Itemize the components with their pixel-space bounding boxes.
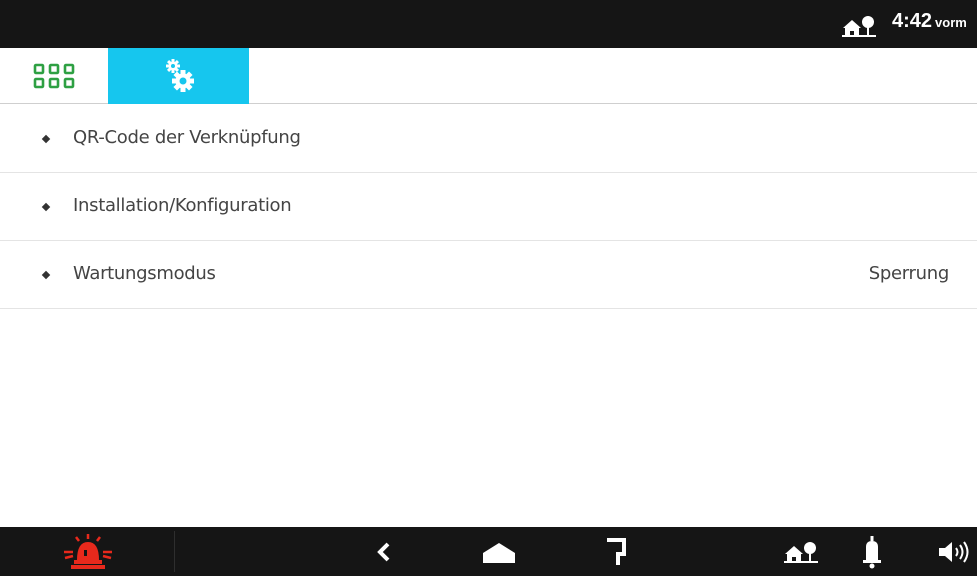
recent-apps-button[interactable] xyxy=(594,527,638,576)
home-button[interactable] xyxy=(470,527,528,576)
status-bar: 4:42 vorm xyxy=(0,0,977,48)
home-icon xyxy=(483,542,515,563)
home-trees-icon xyxy=(784,541,818,563)
menu-item-qr-code[interactable]: QR-Code der Verknüpfung xyxy=(0,105,977,173)
back-button[interactable] xyxy=(362,527,406,576)
volume-icon xyxy=(938,540,968,563)
bullet-icon xyxy=(41,270,51,280)
menu-item-label: QR-Code der Verknüpfung xyxy=(73,127,301,148)
nav-divider xyxy=(174,531,175,572)
status-clock: 4:42 vorm xyxy=(892,10,967,33)
menu-item-label: Wartungsmodus xyxy=(73,263,216,284)
recent-apps-icon xyxy=(607,537,626,565)
gears-icon xyxy=(165,59,194,92)
bullet-icon xyxy=(41,134,51,144)
settings-menu: QR-Code der Verknüpfung Installation/Kon… xyxy=(0,105,977,309)
apps-grid-icon xyxy=(33,63,75,89)
menu-item-value: Sperrung xyxy=(868,263,950,284)
bell-button[interactable] xyxy=(852,527,892,576)
back-chevron-icon xyxy=(377,542,390,561)
menu-item-maintenance-mode[interactable]: Wartungsmodus Sperrung xyxy=(0,241,977,309)
tab-bar xyxy=(0,48,977,104)
tab-settings[interactable] xyxy=(108,48,249,104)
menu-item-installation[interactable]: Installation/Konfiguration xyxy=(0,173,977,241)
alarm-siren-icon xyxy=(64,533,112,569)
house-button[interactable] xyxy=(776,527,826,576)
volume-button[interactable] xyxy=(930,527,977,576)
menu-item-label: Installation/Konfiguration xyxy=(73,195,292,216)
bullet-icon xyxy=(41,202,51,212)
bell-icon xyxy=(863,535,881,568)
alarm-button[interactable] xyxy=(44,527,132,576)
tab-apps[interactable] xyxy=(0,48,108,104)
bottom-nav-bar xyxy=(0,527,977,576)
clock-period: vorm xyxy=(935,15,967,30)
clock-time: 4:42 xyxy=(892,10,933,32)
home-trees-icon xyxy=(842,16,876,37)
